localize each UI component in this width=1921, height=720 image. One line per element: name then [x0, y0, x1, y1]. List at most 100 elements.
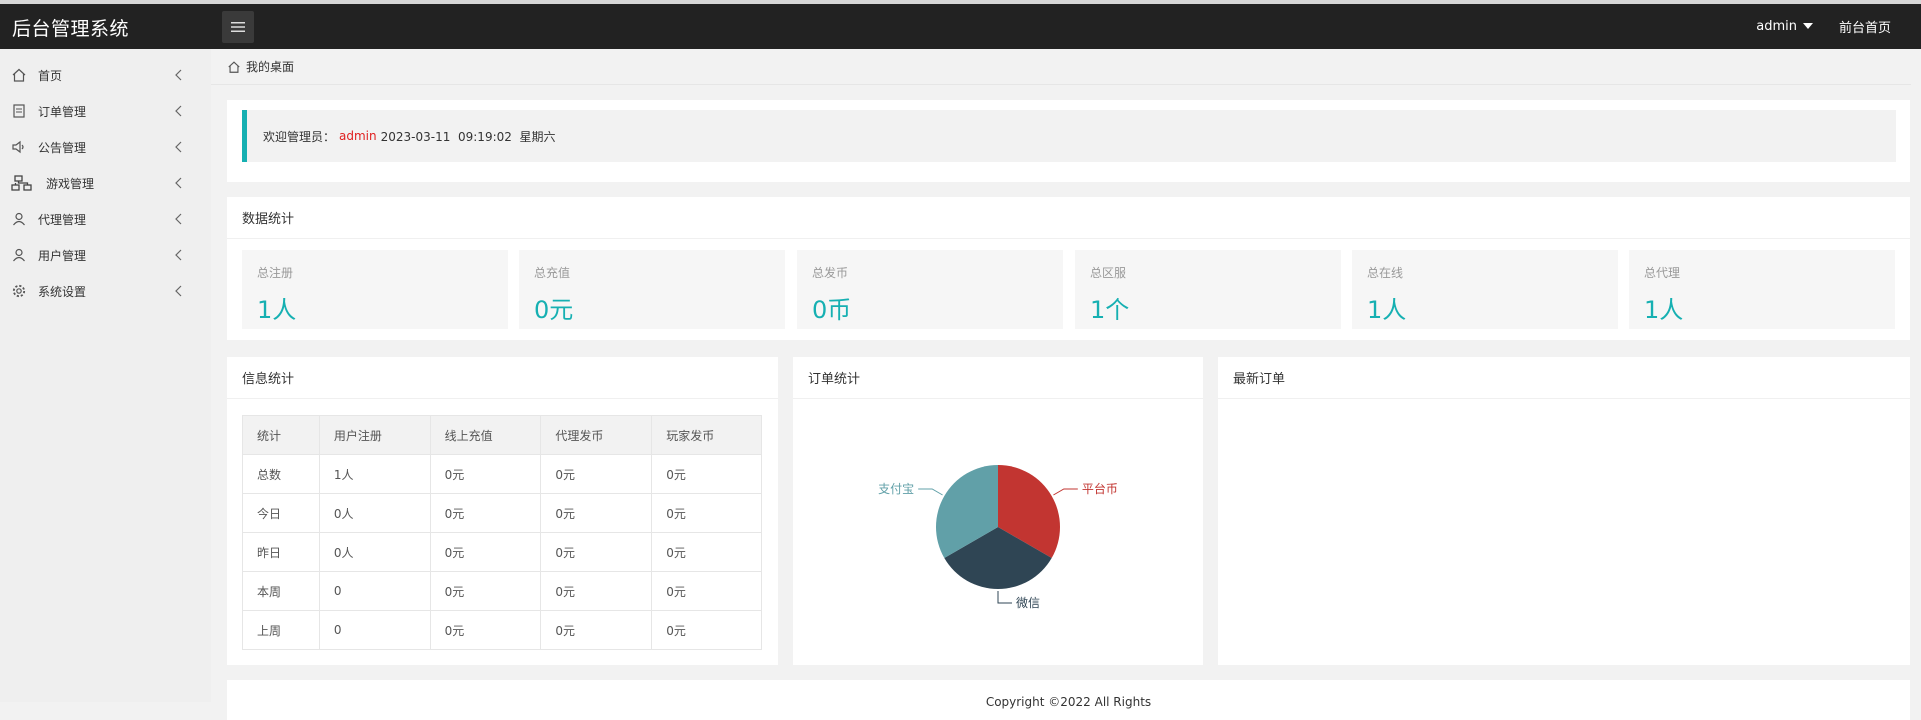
table-cell: 昨日: [242, 532, 320, 572]
breadcrumb-item-desktop[interactable]: 我的桌面: [246, 58, 294, 75]
sidebar-item-agents[interactable]: 代理管理: [0, 201, 211, 237]
table-cell: 0人: [318, 493, 431, 533]
frontend-home-link[interactable]: 前台首页: [1839, 17, 1891, 36]
table-row: 总数 1人 0元 0元 0元: [242, 454, 762, 494]
chevron-left-icon: [175, 249, 182, 261]
table-cell: 0元: [651, 493, 762, 533]
table-cell: 0人: [318, 532, 431, 572]
table-cell: 本周: [242, 571, 320, 611]
sidebar-item-games[interactable]: 游戏管理: [0, 165, 211, 201]
table-cell: 0元: [429, 610, 542, 650]
sidebar-item-label: 代理管理: [38, 212, 87, 227]
stat-total-online: 总在线 1人: [1352, 250, 1618, 329]
chevron-left-icon: [175, 213, 182, 225]
user-icon: [10, 210, 28, 228]
app-title: 后台管理系统: [12, 18, 130, 40]
pie-label: 支付宝: [878, 482, 914, 496]
table-cell: 总数: [242, 454, 320, 494]
stat-total-servers: 总区服 1个: [1075, 250, 1341, 329]
stat-label: 总代理: [1644, 266, 1681, 280]
table-row: 上周 0 0元 0元 0元: [242, 610, 762, 650]
pie-label-line: [1053, 488, 1078, 496]
top-navbar: 后台管理系统 admin 前台首页: [0, 4, 1921, 49]
sidebar-item-label: 游戏管理: [46, 176, 95, 191]
card-title: 订单统计: [793, 357, 1203, 399]
stat-total-agents: 总代理 1人: [1629, 250, 1895, 329]
chevron-left-icon: [175, 69, 182, 81]
welcome-message: 欢迎管理员： admin 2023-03-11 09:19:02 星期六: [242, 110, 1896, 162]
pie-label-line: [918, 488, 943, 496]
sidebar: 首页 订单管理 公告管理 游戏管理 代理管理 用户管理 系统设置: [0, 49, 211, 702]
top-right-menu: admin 前台首页: [1756, 4, 1891, 49]
user-icon: [10, 246, 28, 264]
sidebar-item-label: 订单管理: [38, 104, 87, 119]
sidebar-item-label: 用户管理: [38, 248, 87, 263]
card-title: 信息统计: [227, 357, 778, 399]
table-row: 昨日 0人 0元 0元 0元: [242, 532, 762, 572]
table-header-cell: 用户注册: [318, 415, 431, 455]
table-cell: 0元: [429, 571, 542, 611]
table-cell: 0元: [540, 610, 653, 650]
table-header-cell: 统计: [242, 415, 320, 455]
home-icon: [228, 60, 240, 73]
info-stats-table: 统计 用户注册 线上充值 代理发币 玩家发币 总数 1人 0元 0元 0元 今日…: [242, 415, 762, 650]
pie-label-line: [997, 591, 1012, 604]
stat-value: 1人: [257, 296, 297, 324]
welcome-username: admin: [339, 129, 377, 143]
table-cell: 0: [318, 571, 431, 611]
info-stats-card: 信息统计 统计 用户注册 线上充值 代理发币 玩家发币 总数 1人 0元 0元 …: [227, 357, 778, 665]
pie-label: 微信: [1016, 596, 1040, 610]
table-cell: 1人: [318, 454, 431, 494]
menu-icon: [231, 22, 245, 32]
user-name: admin: [1756, 19, 1797, 34]
table-cell: 0元: [651, 571, 762, 611]
sidebar-item-announcements[interactable]: 公告管理: [0, 129, 211, 165]
welcome-card: 欢迎管理员： admin 2023-03-11 09:19:02 星期六: [227, 100, 1910, 182]
sidebar-item-users[interactable]: 用户管理: [0, 237, 211, 273]
stat-label: 总区服: [1090, 266, 1127, 280]
table-cell: 0元: [540, 571, 653, 611]
welcome-prefix: 欢迎管理员：: [263, 129, 336, 144]
table-cell: 0元: [651, 610, 762, 650]
sidebar-item-settings[interactable]: 系统设置: [0, 273, 211, 309]
stat-value: 0币: [812, 296, 852, 324]
chevron-left-icon: [175, 141, 182, 153]
sidebar-item-label: 公告管理: [38, 140, 87, 155]
caret-down-icon: [1802, 22, 1813, 29]
stat-total-coins: 总发币 0币: [797, 250, 1063, 329]
order-stats-card: 订单统计 平台币微信 支付宝: [793, 357, 1203, 665]
sidebar-item-label: 系统设置: [38, 284, 87, 299]
sidebar-item-label: 首页: [38, 68, 63, 83]
stat-label: 总在线: [1367, 266, 1404, 280]
pie-label: 平台币: [1082, 481, 1118, 496]
table-cell: 0元: [651, 532, 762, 572]
data-stats-card: 数据统计 总注册 1人 总充值 0元 总发币 0币 总区服 1个 总在线 1人 …: [227, 197, 1910, 340]
card-title: 最新订单: [1218, 357, 1910, 399]
gear-icon: [10, 282, 28, 300]
sidebar-toggle-button[interactable]: [222, 11, 254, 43]
table-header-cell: 线上充值: [429, 415, 542, 455]
sidebar-item-orders[interactable]: 订单管理: [0, 93, 211, 129]
table-cell: 今日: [242, 493, 320, 533]
table-row: 本周 0 0元 0元 0元: [242, 571, 762, 611]
card-title: 数据统计: [227, 197, 1910, 239]
table-cell: 0元: [429, 454, 542, 494]
welcome-datetime: 2023-03-11 09:19:02 星期六: [380, 129, 556, 144]
latest-orders-card: 最新订单: [1218, 357, 1910, 665]
stat-total-registered: 总注册 1人: [242, 250, 508, 329]
sitemap-icon: [10, 174, 34, 192]
breadcrumb: 我的桌面: [211, 49, 1921, 85]
user-dropdown[interactable]: admin: [1756, 19, 1813, 34]
footer: Copyright ©2022 All Rights: [227, 680, 1910, 720]
speaker-icon: [10, 138, 28, 156]
table-header-cell: 代理发币: [540, 415, 653, 455]
chevron-left-icon: [175, 285, 182, 297]
stat-label: 总发币: [812, 266, 849, 280]
home-icon: [10, 66, 28, 84]
copyright-text: Copyright ©2022 All Rights: [985, 695, 1152, 709]
page-scrollbar-track[interactable]: [1911, 49, 1921, 702]
table-header-cell: 玩家发币: [651, 415, 762, 455]
document-icon: [10, 102, 28, 120]
sidebar-item-home[interactable]: 首页: [0, 57, 211, 93]
table-cell: 0元: [540, 493, 653, 533]
